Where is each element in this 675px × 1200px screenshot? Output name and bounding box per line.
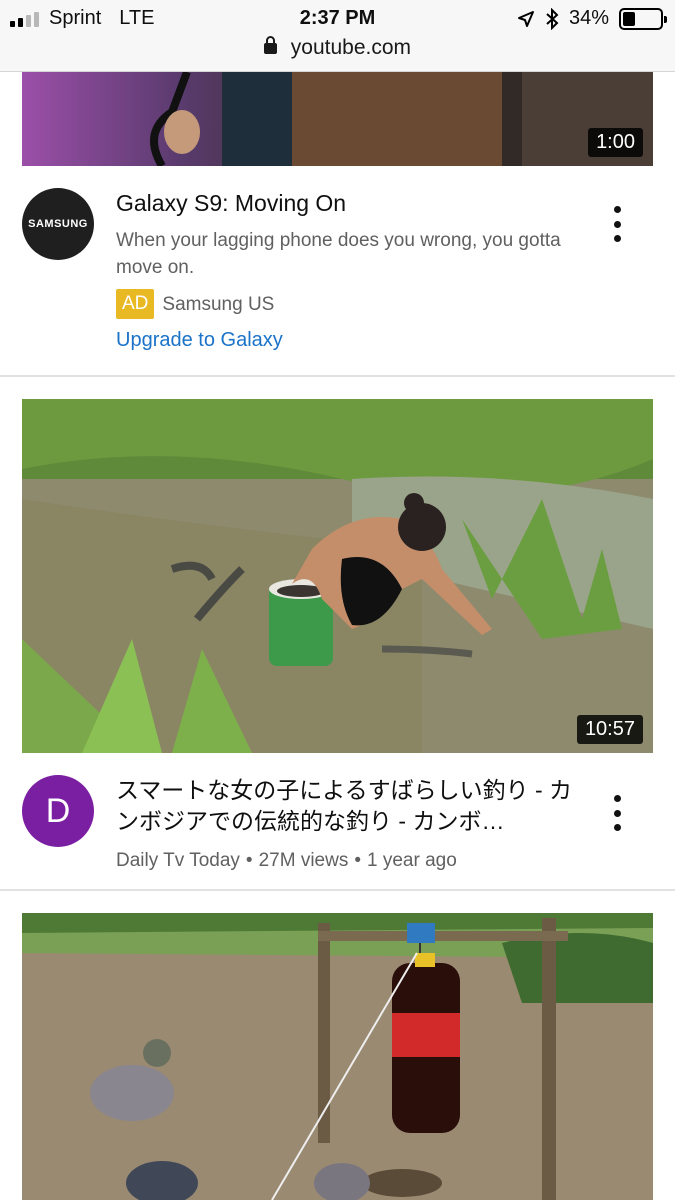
- ad-video-thumbnail[interactable]: 1:00: [22, 72, 653, 166]
- ad-cta-link[interactable]: Upgrade to Galaxy: [116, 329, 586, 352]
- more-options-icon[interactable]: [607, 795, 627, 831]
- ad-thumbnail-image: [22, 72, 653, 166]
- video-thumbnail[interactable]: [22, 913, 653, 1200]
- video-byline: Daily Tv Today • 27M views • 1 year ago: [116, 847, 586, 874]
- ad-description: When your lagging phone does you wrong, …: [116, 230, 561, 278]
- video-title[interactable]: Galaxy S9: Moving On: [116, 188, 586, 219]
- feed-divider: [0, 375, 675, 377]
- video-duration: 1:00: [588, 128, 643, 157]
- separator-dot: •: [354, 850, 361, 871]
- lock-icon: [263, 36, 277, 54]
- location-arrow-icon: [517, 10, 534, 27]
- status-bar: Sprint LTE 2:37 PM 34%: [0, 0, 675, 38]
- battery-percent: 34%: [568, 7, 609, 29]
- browser-top-bar: Sprint LTE 2:37 PM 34% youtube.com: [0, 0, 675, 72]
- video-duration: 10:57: [576, 715, 643, 744]
- more-options-icon[interactable]: [607, 206, 627, 242]
- address-bar[interactable]: youtube.com: [0, 36, 675, 60]
- samsung-logo-text: SAMSUNG: [28, 218, 88, 230]
- channel-avatar[interactable]: SAMSUNG: [22, 188, 94, 260]
- upload-age: 1 year ago: [366, 850, 457, 871]
- video-thumbnail[interactable]: 10:57: [22, 399, 653, 753]
- video-title[interactable]: スマートな女の子によるすばらしい釣り - カンボジアでの伝統的な釣り - カンボ…: [116, 775, 586, 837]
- url-domain: youtube.com: [290, 36, 412, 59]
- fishing-thumbnail-image: [22, 399, 653, 753]
- feed-divider: [0, 889, 675, 891]
- separator-dot: •: [245, 850, 253, 871]
- channel-name[interactable]: Daily Tv Today: [116, 850, 240, 871]
- ad-badge: AD: [116, 289, 155, 319]
- bluetooth-icon: [546, 7, 559, 30]
- video-meta: スマートな女の子によるすばらしい釣り - カンボジアでの伝統的な釣り - カンボ…: [116, 775, 586, 874]
- channel-avatar[interactable]: D: [22, 775, 94, 847]
- avatar-initial: D: [45, 791, 71, 830]
- ad-attribution: AD Samsung US: [116, 289, 586, 319]
- ad-meta: Galaxy S9: Moving On When your lagging p…: [116, 188, 586, 352]
- battery-icon: [619, 7, 667, 30]
- bird-trap-thumbnail-image: [22, 913, 653, 1200]
- advertiser-name: Samsung US: [162, 293, 275, 315]
- view-count: 27M views: [258, 850, 349, 871]
